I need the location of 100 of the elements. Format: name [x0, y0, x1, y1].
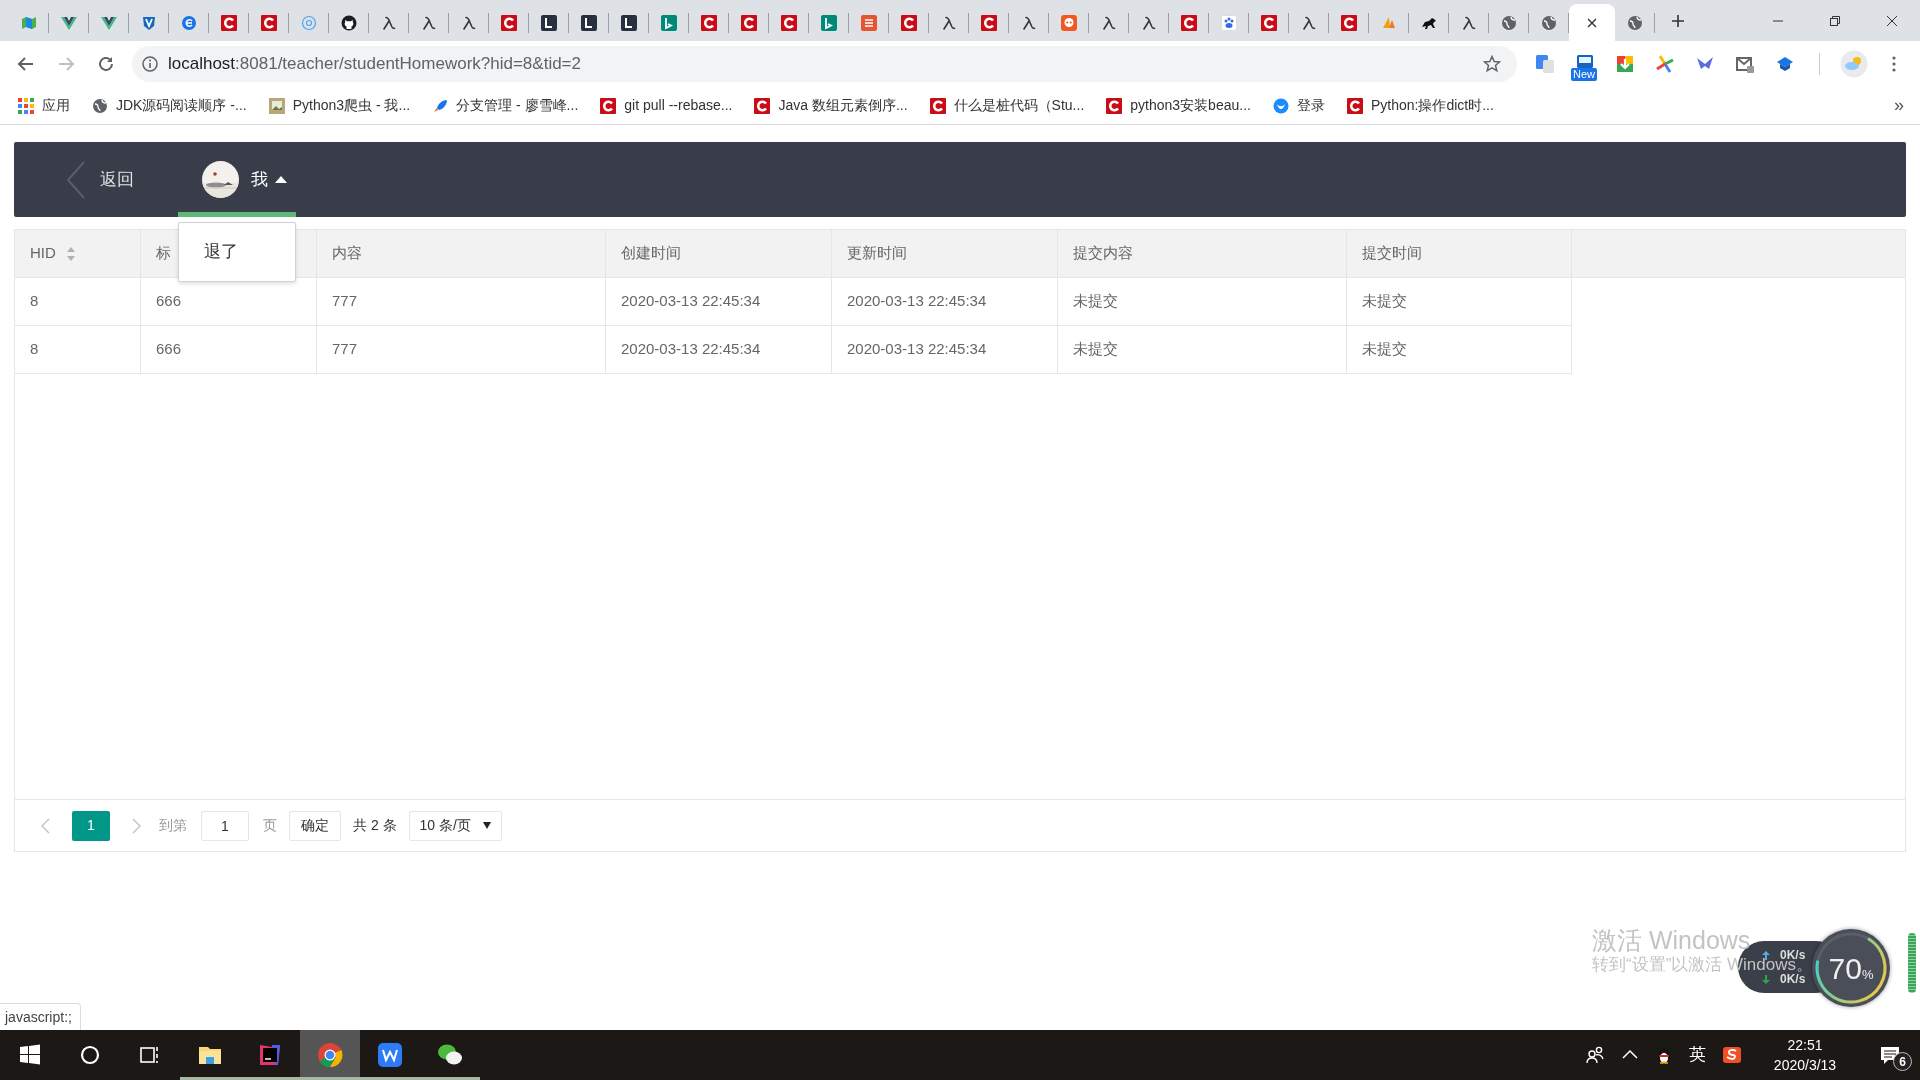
bookmark-item[interactable]: git pull --rebase... [600, 95, 733, 116]
weather-avatar-icon [1840, 50, 1868, 78]
notifications-button[interactable]: 6 [1860, 1030, 1920, 1080]
bookmark-item[interactable]: python3安装beau... [1106, 95, 1251, 116]
c-tile-icon [901, 14, 917, 31]
bird-badge-icon [1272, 97, 1289, 114]
mail-icon [1735, 54, 1755, 74]
page-size-select[interactable]: 10 条/页 [408, 810, 502, 841]
chevron-left-icon [41, 817, 50, 834]
c-tile-icon [929, 97, 946, 114]
ide-icon [257, 1042, 283, 1068]
confirm-button[interactable]: 确定 [289, 810, 341, 841]
translate-icon [1535, 54, 1555, 74]
activation-title: 激活 Windows [1592, 925, 1751, 955]
bookmark-item[interactable]: JDK源码阅读顺序 -... [92, 95, 247, 116]
v-logo-icon [101, 14, 117, 31]
caret-icon [275, 176, 287, 183]
plus-icon [1671, 13, 1685, 28]
c-tile-icon [701, 14, 717, 31]
bookmark-item[interactable]: Python3爬虫 - 我... [268, 95, 411, 116]
map-icon [21, 14, 37, 31]
close-icon [1586, 16, 1598, 29]
l-tile-icon [541, 14, 557, 31]
b-tile-icon [661, 14, 677, 31]
bookmark-item[interactable]: 应用 [18, 95, 70, 116]
lambda-icon [1101, 14, 1117, 31]
clock[interactable]: 22:51 2020/3/13 [1750, 1035, 1860, 1075]
notification-count: 6 [1893, 1052, 1912, 1071]
lambda-icon [1141, 14, 1157, 31]
user-menu[interactable]: 我 [178, 142, 296, 217]
back-link[interactable]: 返回 [60, 142, 140, 217]
bookmark-item[interactable]: Java 数组元素倒序... [754, 95, 908, 116]
l-tile-icon [621, 14, 637, 31]
bookmark-item[interactable]: 分支管理 - 廖雪峰... [432, 95, 579, 116]
table-cell: 2020-03-13 22:45:34 [832, 278, 1058, 325]
table-cell: 2020-03-13 22:45:34 [832, 326, 1058, 373]
reload-icon [97, 55, 115, 73]
page-button[interactable]: 1 [72, 810, 110, 841]
s-tile-icon [1722, 1045, 1742, 1065]
bookmark-item[interactable]: 什么是桩代码（Stu... [929, 95, 1085, 116]
input-method-button[interactable]: 英 [1681, 1030, 1714, 1080]
lambda-icon [941, 14, 957, 31]
menu-item[interactable]: 退了 [179, 228, 295, 276]
c-tile-icon [1341, 14, 1357, 31]
extension-button[interactable]: New [1565, 46, 1605, 82]
c-tile-icon [754, 97, 771, 114]
globe-icon [92, 97, 108, 114]
page-input[interactable]: 1 [201, 810, 249, 841]
usage-percent: 70% [1828, 950, 1874, 987]
more-bookmarks-button[interactable]: » [1894, 92, 1904, 119]
browser-logo-icon [317, 1042, 343, 1068]
column-header[interactable]: HID [15, 230, 141, 277]
circle-logo-icon [181, 14, 197, 31]
pinwheel-icon [1655, 54, 1675, 74]
clock-time: 22:51 [1786, 1036, 1824, 1055]
info-icon [142, 56, 158, 72]
people-icon [1585, 1045, 1605, 1065]
table-cell: 777 [317, 278, 606, 325]
globe-icon [1541, 14, 1557, 31]
c-tile-icon [1181, 14, 1197, 31]
bookmark-item[interactable]: Python:操作dict时... [1346, 95, 1494, 116]
chevron-left-icon [66, 159, 86, 200]
cat-logo-icon [341, 14, 357, 31]
column-header: 提交时间 [1347, 230, 1572, 277]
apps-grid-icon [18, 97, 34, 114]
new-badge: New [1571, 68, 1597, 81]
lambda-icon [1301, 14, 1317, 31]
photo-icon [268, 97, 285, 114]
v-logo-icon [61, 14, 77, 31]
c-tile-icon [261, 14, 277, 31]
column-header: 内容 [317, 230, 606, 277]
skull-icon [1061, 14, 1077, 31]
clock-date: 2020/3/13 [1772, 1056, 1838, 1075]
globe-icon [1501, 14, 1517, 31]
lambda-icon [1021, 14, 1037, 31]
column-header: 创建时间 [606, 230, 832, 277]
address-bar[interactable]: localhost:8081/teacher/studentHomework?hid=8&tid=2 [132, 46, 1517, 82]
w-tile-icon [377, 1042, 403, 1068]
c-tile-icon [781, 14, 797, 31]
close-icon [1885, 14, 1898, 27]
url-text: localhost:8081/teacher/studentHomework?hid=8&tid=2 [168, 53, 581, 76]
table-cell: 2020-03-13 22:45:34 [606, 326, 832, 373]
lined-tile-icon [861, 14, 877, 31]
table-cell: 8 [15, 278, 141, 325]
dropdown-caret-icon [482, 822, 491, 829]
shield-icon [141, 14, 157, 31]
c-tile-icon [221, 14, 237, 31]
globe-icon [1627, 14, 1643, 31]
c-tile-icon [741, 14, 757, 31]
paw-icon [1221, 14, 1237, 31]
table-cell: 8 [15, 326, 141, 373]
column-header: 更新时间 [832, 230, 1058, 277]
table-cell: 未提交 [1347, 326, 1572, 373]
c-tile-icon [1346, 97, 1363, 114]
c-tile-icon [981, 14, 997, 31]
table-cell: 666 [141, 278, 317, 325]
total-count: 共 2 条 [353, 816, 397, 835]
bookmark-item[interactable]: 登录 [1272, 95, 1325, 116]
arrow-right-icon [57, 55, 75, 73]
restore-icon [1828, 14, 1841, 27]
